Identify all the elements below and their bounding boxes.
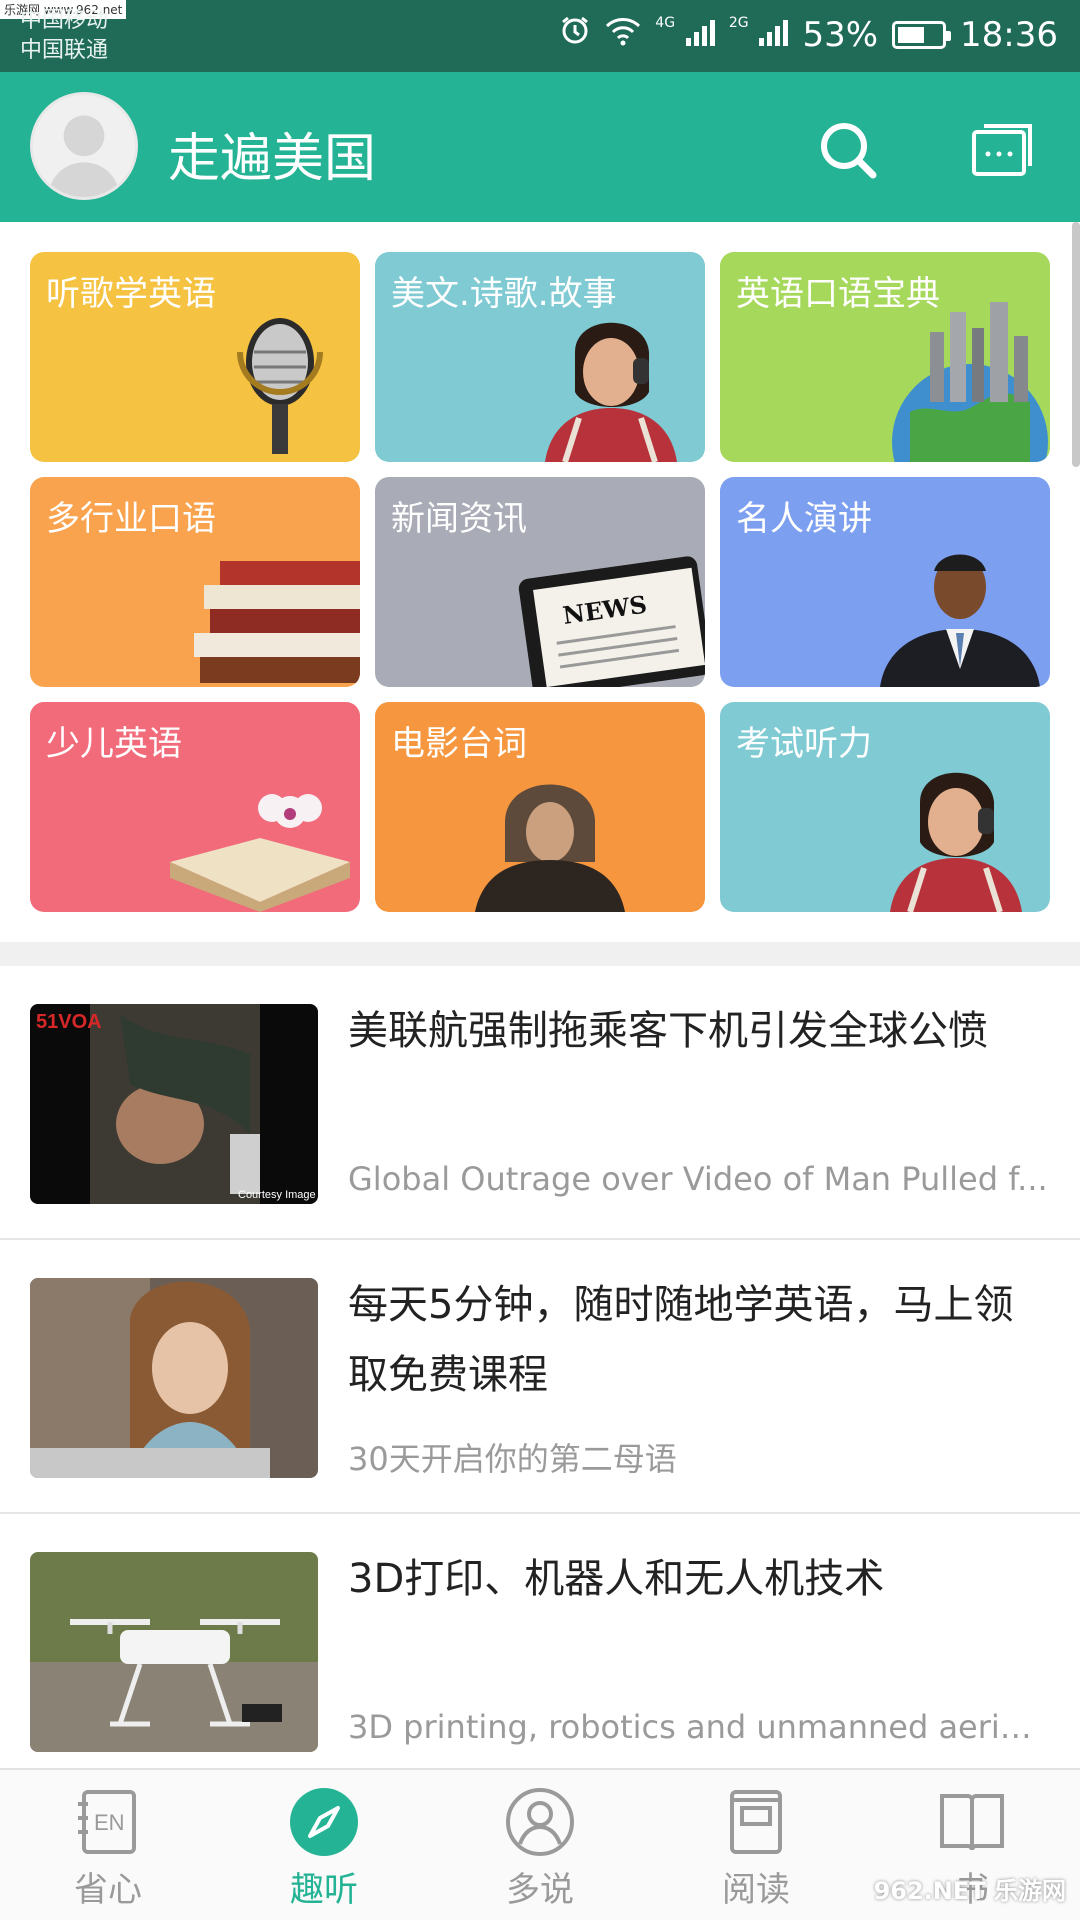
- article-subtitle: 30天开启你的第二母语: [348, 1440, 677, 1478]
- clock: 18:36: [960, 14, 1058, 55]
- signal-bars-icon: [759, 18, 789, 46]
- article-subtitle: Global Outrage over Video of Man Pulled …: [348, 1160, 1048, 1198]
- signal-1: 4G: [655, 15, 715, 55]
- category-tile-movie[interactable]: 电影台词: [375, 702, 705, 912]
- category-grid: 听歌学英语 美文.诗歌.故事 英语口语宝典 多行业口语 新闻资讯 NEWS 名人…: [30, 252, 1050, 912]
- nav-item-yue-du[interactable]: 阅读: [648, 1770, 864, 1920]
- nav-item-duo-shuo[interactable]: 多说: [432, 1770, 648, 1920]
- article-thumbnail: [30, 1552, 318, 1752]
- section-divider: [0, 942, 1080, 966]
- globe-city-icon: [892, 302, 1048, 462]
- category-tile-kids[interactable]: 少儿英语: [30, 702, 360, 912]
- open-book-icon: [936, 1786, 1008, 1858]
- nav-item-shengxin[interactable]: EN 省心: [0, 1770, 216, 1920]
- en-notebook-icon: EN: [72, 1786, 144, 1858]
- hooded-man-icon: [475, 784, 625, 912]
- microphone-icon: [237, 318, 323, 454]
- nav-label: 省心: [74, 1870, 142, 1910]
- app-header: 走遍美国: [0, 72, 1080, 222]
- thumb-caption: Courtesy Image: [238, 1189, 316, 1201]
- chat-icon[interactable]: [970, 118, 1034, 182]
- category-tile-oral[interactable]: 英语口语宝典: [720, 252, 1050, 462]
- svg-text:EN: EN: [94, 1810, 125, 1835]
- signal-2: 2G: [729, 15, 789, 55]
- category-tile-news[interactable]: 新闻资讯 NEWS: [375, 477, 705, 687]
- article-thumbnail: [30, 1278, 318, 1478]
- compass-icon: [288, 1786, 360, 1858]
- woman-headphones-icon: [890, 772, 1022, 912]
- nav-item-qu-ting[interactable]: 趣听: [216, 1770, 432, 1920]
- avatar[interactable]: [30, 92, 138, 200]
- article-title: 美联航强制拖乘客下机引发全球公愤: [348, 1008, 988, 1054]
- article-thumbnail: 51VOA Courtesy Image: [30, 1004, 318, 1204]
- open-book-icon: [170, 794, 350, 912]
- user-silhouette-icon: [33, 95, 135, 197]
- category-tile-exam[interactable]: 考试听力: [720, 702, 1050, 912]
- scrollbar[interactable]: [1072, 222, 1080, 467]
- search-icon[interactable]: [816, 118, 880, 182]
- woman-headphones-icon: [545, 322, 677, 462]
- category-tile-industry[interactable]: 多行业口语: [30, 477, 360, 687]
- bottom-navigation: EN 省心 趣听 多说 阅读 书 962.NET 乐游网: [0, 1768, 1080, 1920]
- carrier-2: 中国联通: [20, 38, 109, 63]
- status-bar: 乐游网 www.962.net 中国移动 中国联通 4G 2G 53% 18:3…: [0, 0, 1080, 72]
- article-title: 3D打印、机器人和无人机技术: [348, 1556, 885, 1602]
- person-icon: [504, 1786, 576, 1858]
- page-title: 走遍美国: [168, 129, 377, 189]
- article-subtitle: 3D printing, robotics and unmanned aeria…: [348, 1708, 1048, 1746]
- signal-bars-icon: [685, 18, 715, 46]
- battery-icon: [892, 20, 952, 49]
- article-item[interactable]: 每天5分钟，随时随地学英语，马上领取免费课程 30天开启你的第二母语: [0, 1240, 1080, 1514]
- speaker-icon: [880, 554, 1040, 687]
- category-tile-speech[interactable]: 名人演讲: [720, 477, 1050, 687]
- nav-label: 多说: [506, 1870, 574, 1910]
- battery-percent: 53%: [802, 14, 879, 55]
- thumb-logo: 51VOA: [36, 1011, 102, 1033]
- category-tile-poetry[interactable]: 美文.诗歌.故事: [375, 252, 705, 462]
- nav-label: 阅读: [722, 1870, 790, 1910]
- carrier-1: 中国移动: [20, 8, 109, 33]
- alarm-icon: [559, 14, 591, 55]
- article-item[interactable]: 51VOA Courtesy Image 美联航强制拖乘客下机引发全球公愤 Gl…: [0, 966, 1080, 1240]
- news-tablet-icon: NEWS: [518, 556, 705, 687]
- nav-label: 趣听: [290, 1870, 358, 1910]
- books-icon: [194, 561, 360, 683]
- wifi-icon: [605, 15, 641, 55]
- category-tile-music[interactable]: 听歌学英语: [30, 252, 360, 462]
- article-title: 每天5分钟，随时随地学英语，马上领取免费课程: [348, 1282, 1014, 1398]
- reader-icon: [720, 1786, 792, 1858]
- article-item[interactable]: 3D打印、机器人和无人机技术 3D printing, robotics and…: [0, 1514, 1080, 1788]
- watermark: 962.NET 乐游网: [873, 1877, 1066, 1905]
- carrier-info: 中国移动 中国联通: [20, 6, 108, 66]
- status-icons: 4G 2G 53% 18:36: [559, 14, 1058, 55]
